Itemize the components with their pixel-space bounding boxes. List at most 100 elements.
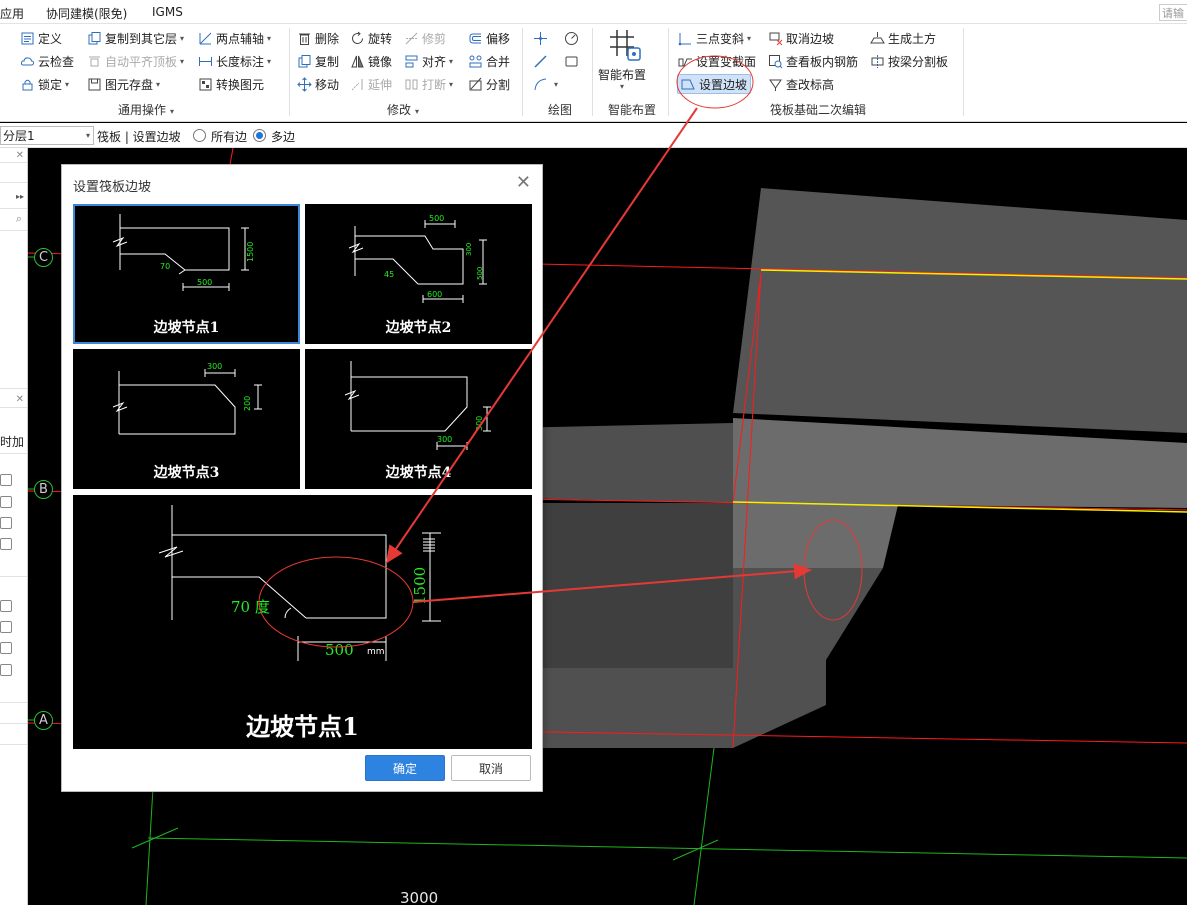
search-icon[interactable]: ⌕: [16, 212, 22, 226]
search-input[interactable]: 请输: [1159, 4, 1187, 21]
radio-multi-edges[interactable]: [253, 129, 266, 142]
menu-collab-modeling[interactable]: 协同建模(限免): [46, 5, 127, 22]
trim-button[interactable]: 修剪: [404, 28, 446, 48]
dimension-line: [693, 747, 715, 905]
offset-button[interactable]: 偏移: [468, 28, 510, 48]
cloud-check-icon: [20, 56, 35, 65]
define-button[interactable]: 定义: [20, 28, 62, 48]
chevron-down-icon: ▾: [554, 79, 559, 89]
slope-preview: 70 度 500 mm 1500 边坡节点1: [73, 495, 532, 749]
dimension-line: [145, 787, 154, 905]
variable-section-icon: [678, 58, 692, 66]
height-value: 200: [243, 396, 252, 411]
modify-group-label[interactable]: 修改 ▾: [387, 101, 419, 118]
split-by-beam-button[interactable]: 按梁分割板: [870, 51, 948, 71]
checkbox[interactable]: [0, 517, 12, 529]
merge-label: 合并: [486, 54, 511, 69]
delete-button[interactable]: 删除: [297, 28, 339, 48]
break-icon: [405, 79, 418, 89]
set-variable-section-button[interactable]: 设置变截面: [678, 51, 756, 71]
close-icon[interactable]: ✕: [516, 172, 531, 193]
length-mark-label: 长度标注: [216, 54, 265, 69]
convert-element-button[interactable]: 转换图元: [198, 74, 264, 94]
copy-to-floor-button[interactable]: 复制到其它层 ▾: [87, 28, 184, 48]
two-point-axis-button[interactable]: 两点辅轴 ▾: [198, 28, 271, 48]
menu-igms[interactable]: IGMS: [152, 5, 183, 19]
menu-app[interactable]: 应用: [0, 5, 24, 22]
rotate-label: 旋转: [368, 31, 393, 46]
copy-button[interactable]: 复制: [297, 51, 339, 71]
merge-button[interactable]: 合并: [468, 51, 510, 71]
three-point-slope-button[interactable]: 三点变斜 ▾: [678, 28, 751, 48]
ribbon: 定义 复制到其它层 ▾ 云检查 自动平齐顶板 ▾ 锁定 ▾ 图元存盘 ▾ 两点辅轴 ▾ 长…: [0, 24, 1187, 122]
draw-point-button[interactable]: [533, 28, 551, 48]
divider: [0, 208, 27, 209]
checkbox[interactable]: [0, 621, 12, 633]
split-button[interactable]: 分割: [468, 74, 510, 94]
move-button[interactable]: 移动: [297, 74, 339, 94]
slope-node-3-option[interactable]: 300 200 边坡节点3: [73, 349, 300, 489]
checkbox[interactable]: [0, 664, 12, 676]
ok-button[interactable]: 确定: [365, 755, 445, 781]
angle-value: 70: [160, 262, 170, 271]
ribbon-divider: [289, 28, 290, 116]
auto-align-top-button[interactable]: 自动平齐顶板 ▾: [87, 51, 184, 71]
line-draw-icon: [534, 54, 547, 68]
break-button[interactable]: 打断 ▾: [404, 74, 453, 94]
chevron-down-icon: ▾: [747, 33, 752, 43]
floor-select[interactable]: 分层1 ▾: [0, 126, 94, 145]
three-point-slope-label: 三点变斜: [696, 31, 745, 46]
mirror-button[interactable]: 镜像: [350, 51, 392, 71]
smart-layout-label: 智能布置: [598, 68, 647, 82]
close-icon[interactable]: ✕: [16, 394, 24, 405]
radio-all-edges[interactable]: [193, 129, 206, 142]
draw-rectangle-button[interactable]: [564, 51, 582, 71]
checkbox[interactable]: [0, 642, 12, 654]
smart-layout-button[interactable]: 智能布置 ▾: [596, 26, 656, 96]
change-elevation-button[interactable]: 查改标高: [768, 74, 834, 94]
draw-arc-button[interactable]: ▾: [533, 74, 558, 94]
checkbox[interactable]: [0, 496, 12, 508]
ribbon-divider: [963, 28, 964, 116]
chevron-down-icon: ▾: [267, 33, 272, 43]
slope-node-4-option[interactable]: 300 300 边坡节点4: [305, 349, 532, 489]
lock-icon: [22, 79, 33, 90]
cloud-check-button[interactable]: 云检查: [20, 51, 74, 71]
change-elevation-label: 查改标高: [786, 77, 835, 92]
length-mark-button[interactable]: 长度标注 ▾: [198, 51, 271, 71]
convert-element-label: 转换图元: [216, 77, 265, 92]
align-button[interactable]: 对齐 ▾: [404, 51, 453, 71]
checkbox[interactable]: [0, 538, 12, 550]
align-label: 对齐: [422, 54, 447, 69]
expand-icon[interactable]: ▸▸: [16, 192, 24, 201]
divider: [0, 230, 27, 231]
draw-circle-button[interactable]: [564, 28, 582, 48]
view-rebar-button[interactable]: 查看板内钢筋: [768, 51, 858, 71]
element-save-label: 图元存盘: [105, 77, 154, 92]
general-ops-group-label[interactable]: 通用操作 ▾: [118, 101, 174, 118]
rebar-search-icon: [769, 54, 783, 68]
cancel-slope-button[interactable]: 取消边坡: [768, 28, 834, 48]
slope-node-1-option[interactable]: 70 500 1500 边坡节点1: [73, 204, 300, 344]
rotate-button[interactable]: 旋转: [350, 28, 392, 48]
radio-all-edges-label[interactable]: 所有边: [211, 128, 247, 145]
dimension-line: [147, 837, 1187, 859]
set-slope-button[interactable]: 设置边坡: [677, 74, 752, 94]
trim-icon: [405, 32, 418, 44]
draw-line-button[interactable]: [533, 51, 551, 71]
dialog-title: 设置筏板边坡: [73, 180, 152, 195]
cancel-button[interactable]: 取消: [451, 755, 531, 781]
divider: [0, 576, 27, 577]
close-icon[interactable]: ✕: [16, 150, 24, 161]
arc-draw-icon: [534, 78, 547, 90]
slope-node-2-option[interactable]: 500 600 45 300 500 边坡节点2: [305, 204, 532, 344]
checkbox[interactable]: [0, 474, 12, 486]
checkbox[interactable]: [0, 600, 12, 612]
cancel-slope-icon: [769, 32, 783, 45]
extend-button[interactable]: 延伸: [350, 74, 392, 94]
generate-earthwork-button[interactable]: 生成土方: [870, 28, 936, 48]
element-save-button[interactable]: 图元存盘 ▾: [87, 74, 160, 94]
radio-multi-edges-label[interactable]: 多边: [271, 128, 295, 145]
property-bar: 分层1 ▾ 筏板 | 设置边坡 所有边 多边: [0, 123, 1187, 148]
lock-button[interactable]: 锁定 ▾: [20, 74, 69, 94]
